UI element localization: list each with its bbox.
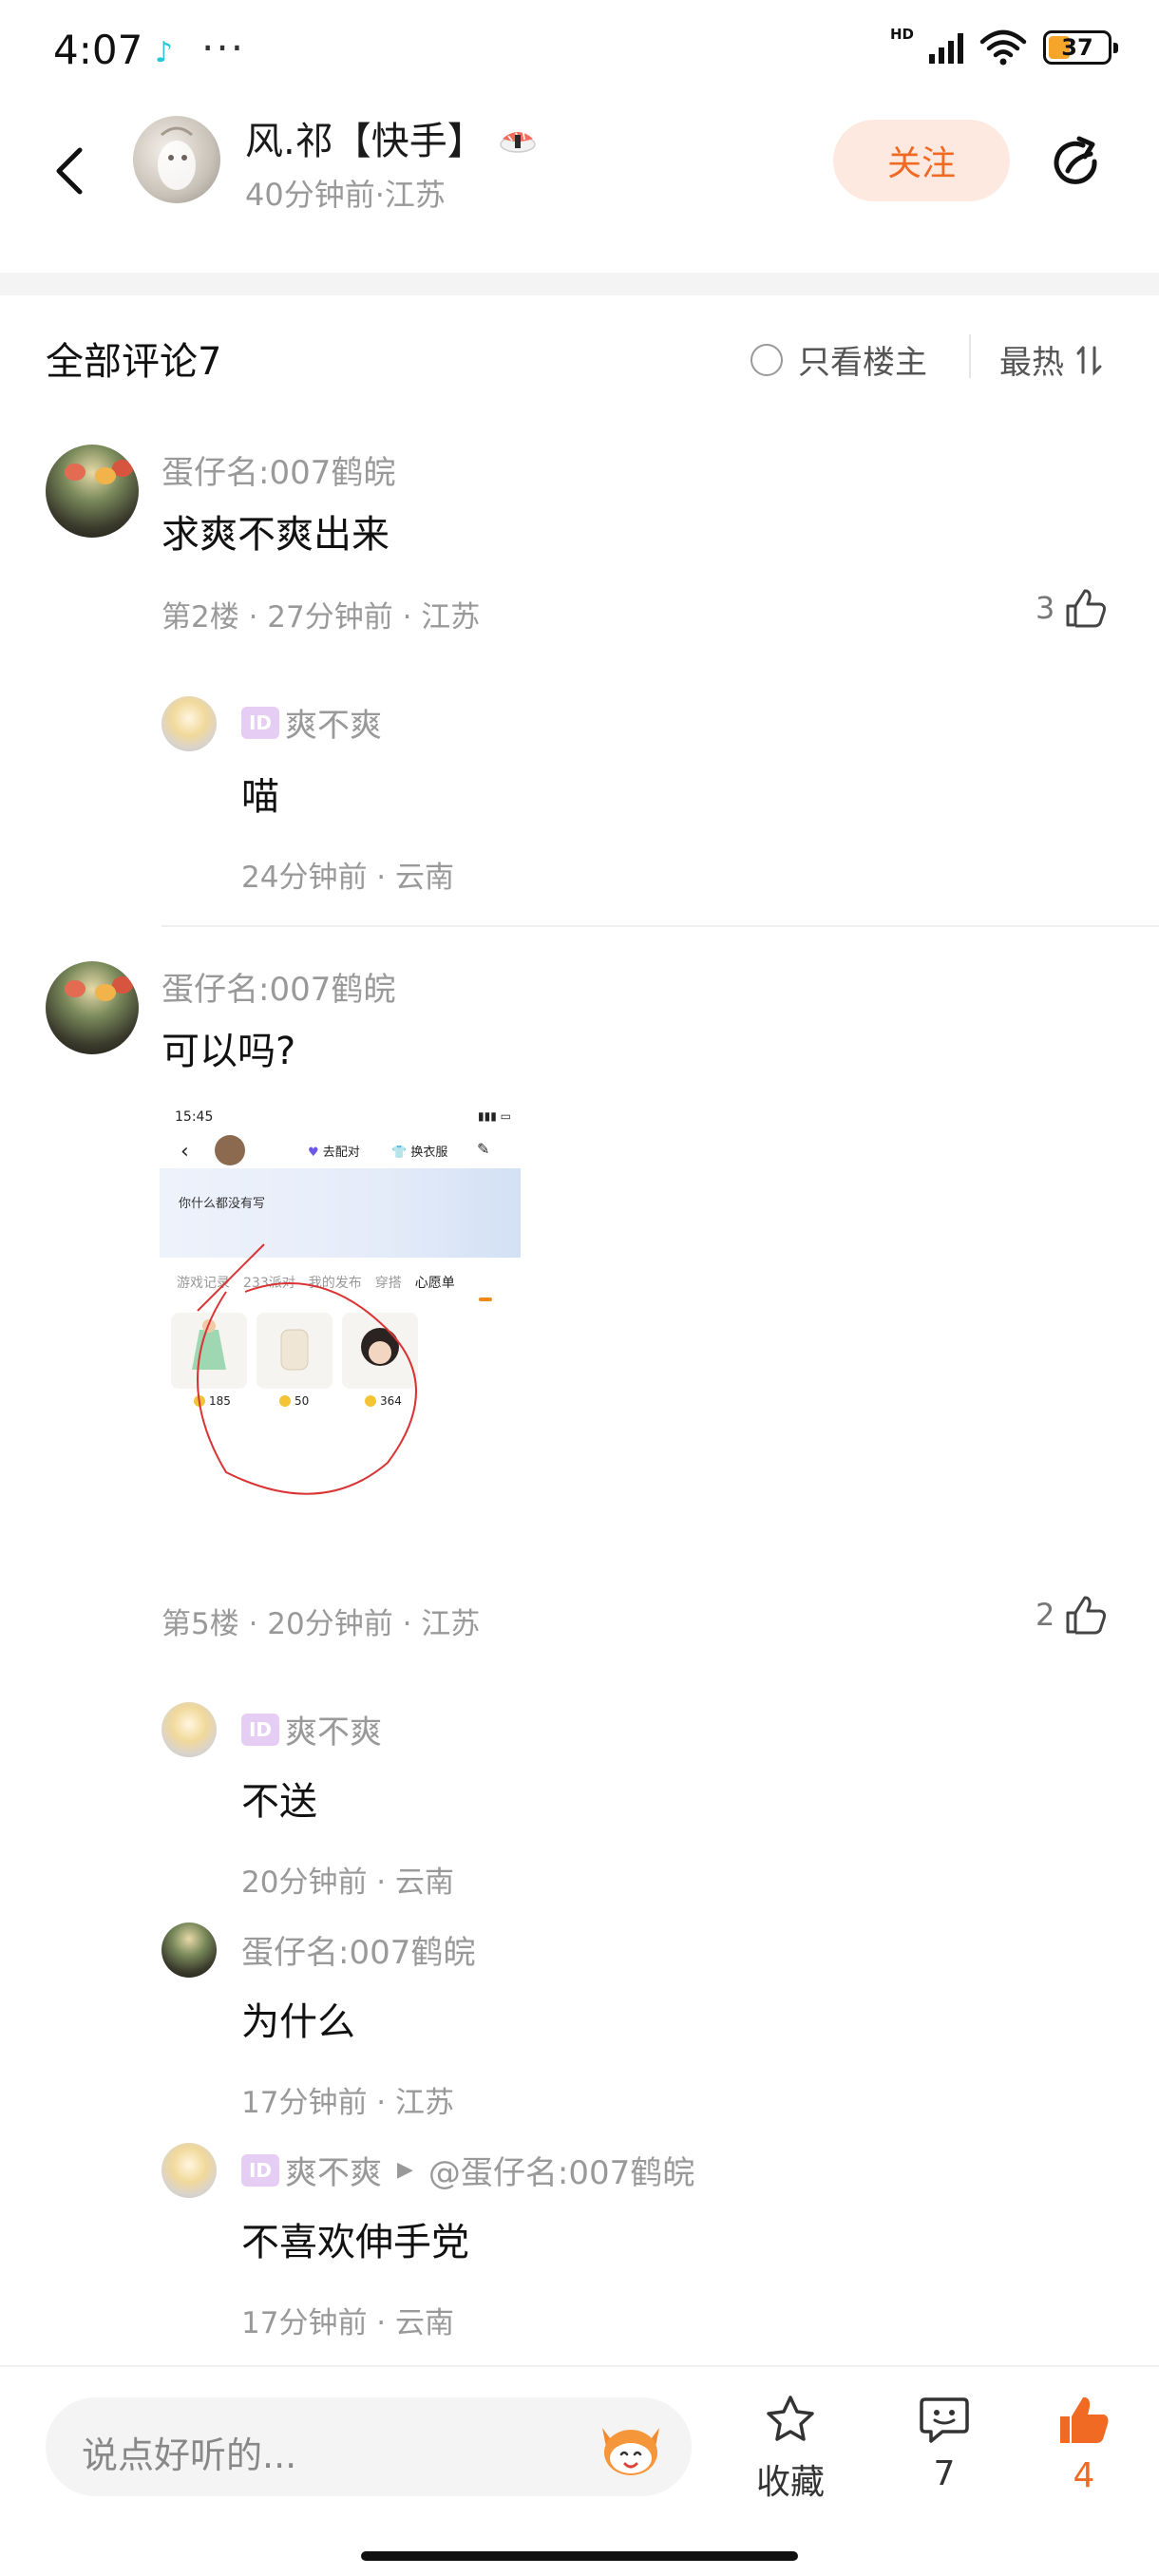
post-like-button[interactable]: 4 <box>1056 2394 1112 2495</box>
reply-text[interactable]: 不喜欢伸手党 <box>241 2211 469 2266</box>
comments-header: 全部评论7 只看楼主 最热 <box>0 323 1159 399</box>
hd-label: HD <box>889 26 914 43</box>
replier-avatar[interactable] <box>162 696 217 751</box>
battery-icon: 37 <box>1043 30 1118 65</box>
mascot-icon[interactable] <box>593 2409 669 2485</box>
post-meta: 40分钟前·江苏 <box>245 177 446 213</box>
status-bar: 4:07 ♪ ··· HD 37 <box>0 0 1159 104</box>
replier-name[interactable]: ID 爽不爽 ▶ @蛋仔名:007鹤皖 <box>241 2147 694 2193</box>
back-arrow-icon[interactable] <box>48 142 95 199</box>
thumbs-up-icon <box>1066 589 1107 628</box>
comment-count: 7 <box>933 2454 956 2493</box>
author-name-text: 风.祁【快手】 <box>245 120 485 163</box>
commenter-name[interactable]: 蛋仔名:007鹤皖 <box>162 963 395 1010</box>
more-notifications-icon: ··· <box>201 25 246 71</box>
share-icon[interactable] <box>1047 133 1110 196</box>
reply-text[interactable]: 为什么 <box>241 1991 355 2046</box>
author-name[interactable]: 风.祁【快手】 <box>245 110 539 165</box>
reply-to-arrow-icon: ▶ <box>397 2158 413 2182</box>
comment-meta: 第2楼 · 27分钟前 · 江苏 <box>162 600 481 635</box>
thumbs-up-icon <box>1060 2396 1109 2443</box>
comment-image[interactable]: 15:45 ▮▮▮ ▭ ‹ ♥ 去配对 👕 换衣服 ✎ 你什么都没有写 游戏记录… <box>160 1102 521 1510</box>
only-owner-label: 只看楼主 <box>798 344 927 382</box>
replier-name[interactable]: ID 爽不爽 <box>241 699 382 746</box>
comments-title: 全部评论7 <box>46 340 222 384</box>
commenter-avatar[interactable] <box>46 445 139 538</box>
author-avatar[interactable] <box>133 116 220 203</box>
thumbs-up-icon <box>1066 1596 1107 1635</box>
comment-text[interactable]: 求爽不爽出来 <box>162 503 390 559</box>
comment-divider <box>162 925 1159 927</box>
replier-name-text: 蛋仔名:007鹤皖 <box>241 1934 476 1972</box>
commenter-avatar[interactable] <box>46 961 139 1054</box>
comment-input[interactable]: 说点好听的... <box>46 2397 692 2496</box>
reply-meta: 17分钟前 · 云南 <box>241 2306 455 2340</box>
replier-name-text: 爽不爽 <box>285 707 382 745</box>
like-count: 4 <box>1073 2456 1095 2495</box>
status-indicators: HD 37 <box>889 26 1118 66</box>
reply-text[interactable]: 喵 <box>241 766 279 821</box>
favorite-label: 收藏 <box>756 2463 826 2502</box>
reply-text[interactable]: 不送 <box>241 1771 317 1826</box>
sort-icon <box>1076 346 1102 376</box>
comment-text[interactable]: 可以吗? <box>162 1020 295 1075</box>
wifi-icon <box>979 29 1027 66</box>
tiktok-icon: ♪ <box>155 36 174 69</box>
follow-button[interactable]: 关注 <box>833 120 1010 201</box>
only-owner-toggle[interactable]: 只看楼主 <box>750 336 927 383</box>
favorite-button[interactable]: 收藏 <box>756 2394 825 2504</box>
reply-meta: 20分钟前 · 云南 <box>241 1866 455 1900</box>
replier-avatar[interactable] <box>162 1702 217 1757</box>
like-count: 3 <box>1036 590 1055 626</box>
sushi-icon <box>499 132 536 153</box>
battery-level: 37 <box>1061 34 1093 61</box>
comment-icon <box>920 2397 969 2443</box>
replier-name-text: 爽不爽 <box>285 1714 382 1752</box>
like-count: 2 <box>1036 1597 1055 1633</box>
comment-count-button[interactable]: 7 <box>918 2394 971 2493</box>
replier-name-text: 爽不爽 <box>285 2154 382 2192</box>
id-badge: ID <box>241 706 279 739</box>
author-avatar-art <box>158 126 196 190</box>
replier-name[interactable]: 蛋仔名:007鹤皖 <box>241 1926 475 1973</box>
replier-name[interactable]: ID 爽不爽 <box>241 1706 382 1752</box>
reply-to-name[interactable]: @蛋仔名:007鹤皖 <box>428 2147 694 2193</box>
comment-like-button[interactable]: 3 <box>1036 587 1108 629</box>
header-separator <box>969 334 971 378</box>
red-circle-annotation <box>197 1243 417 1495</box>
reply-meta: 17分钟前 · 江苏 <box>241 2086 455 2120</box>
comment-meta: 第5楼 · 20分钟前 · 江苏 <box>162 1607 481 1641</box>
id-badge: ID <box>241 2153 279 2187</box>
commenter-name[interactable]: 蛋仔名:007鹤皖 <box>162 446 395 493</box>
reply-meta: 24分钟前 · 云南 <box>241 861 455 895</box>
commenter-name-text: 蛋仔名:007鹤皖 <box>162 454 396 492</box>
status-time: 4:07 <box>53 27 143 73</box>
bottom-action-bar: 说点好听的... 收藏 7 4 <box>0 2365 1159 2576</box>
id-badge: ID <box>241 1713 279 1746</box>
sort-label: 最热 <box>999 344 1064 382</box>
home-indicator[interactable] <box>361 2551 798 2561</box>
post-header: 风.祁【快手】 40分钟前·江苏 关注 <box>0 104 1159 271</box>
replier-avatar[interactable] <box>162 2143 217 2198</box>
comment-like-button[interactable]: 2 <box>1036 1594 1108 1636</box>
radio-icon[interactable] <box>750 343 783 376</box>
section-divider <box>0 273 1159 295</box>
sort-button[interactable]: 最热 <box>999 336 1106 383</box>
signal-icon <box>929 31 963 64</box>
star-icon <box>767 2396 814 2441</box>
comment-input-placeholder: 说点好听的... <box>82 2434 297 2476</box>
replier-avatar[interactable] <box>162 1923 217 1978</box>
commenter-name-text: 蛋仔名:007鹤皖 <box>162 971 396 1009</box>
